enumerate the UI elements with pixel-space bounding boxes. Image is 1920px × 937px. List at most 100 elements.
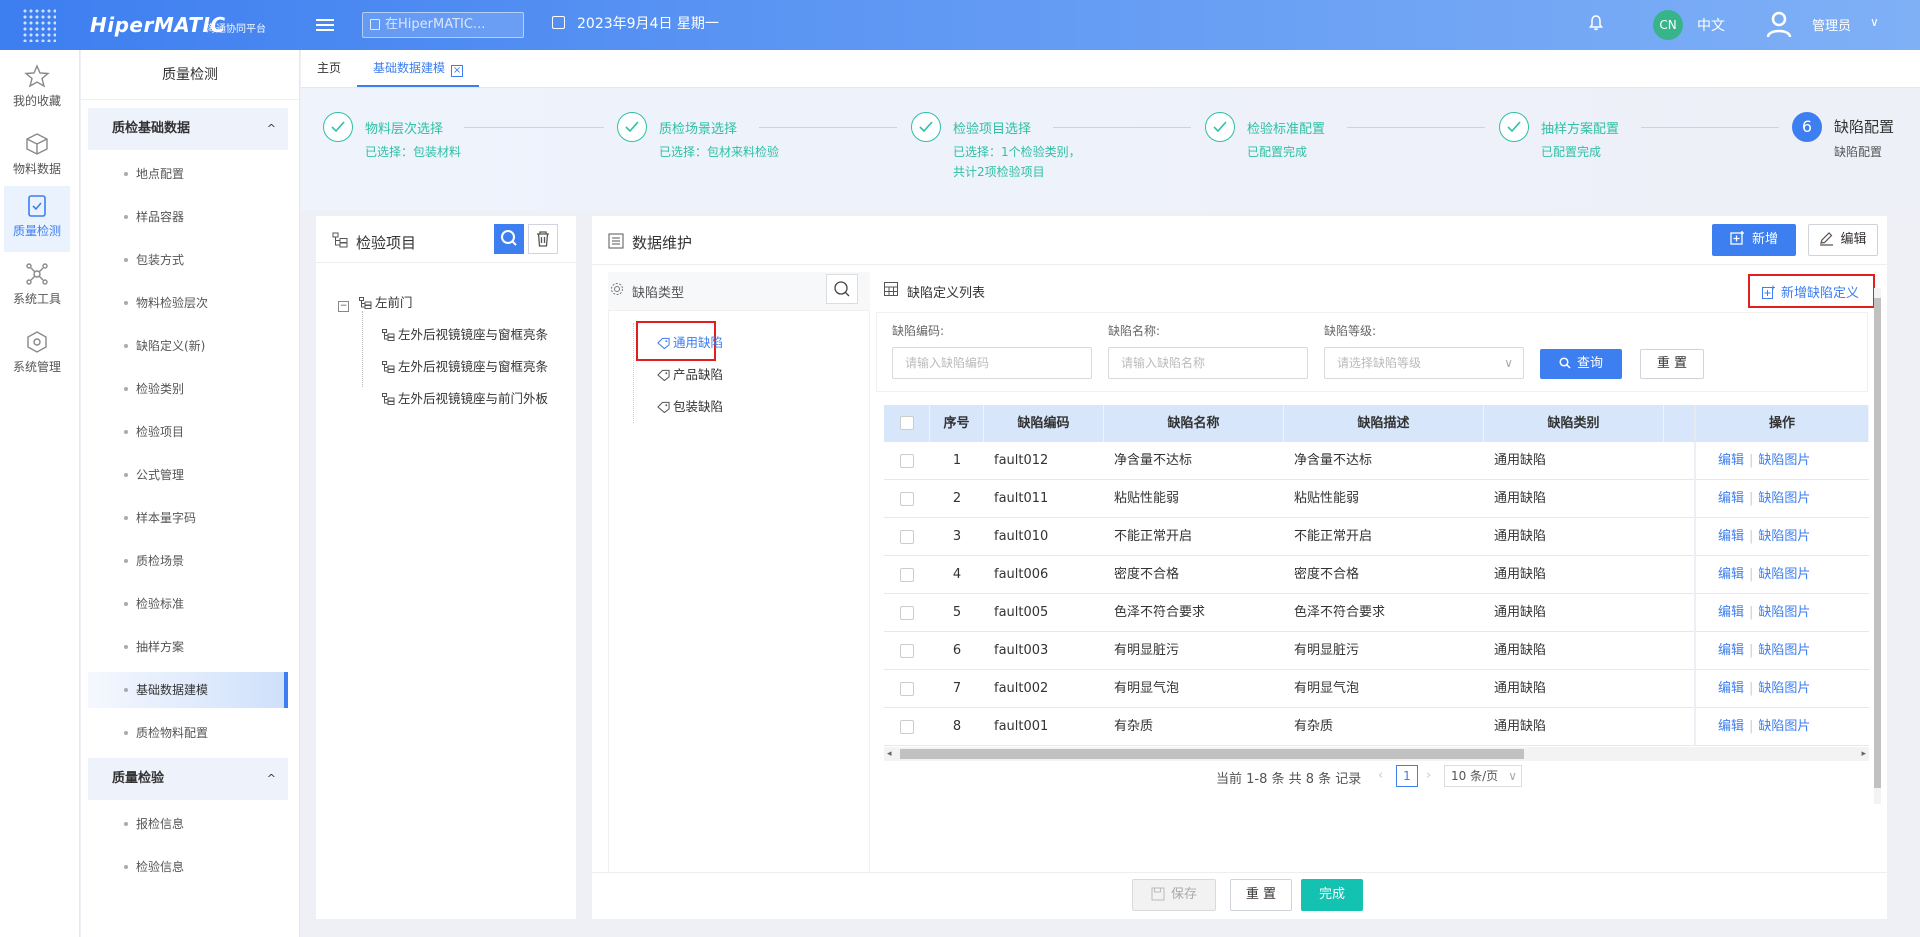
defect-level-select[interactable]: 请选择缺陷等级 ∨ [1324,347,1524,379]
nav-favorites[interactable]: 我的收藏 [4,56,70,122]
sidebar-item-sample-code[interactable]: 样本量字码 [88,500,288,536]
row-edit-link[interactable]: 编辑 [1718,643,1744,658]
row-defect-image-link[interactable]: 缺陷图片 [1758,567,1810,582]
table-row[interactable]: 2 fault011 粘贴性能弱 粘贴性能弱 通用缺陷 编辑 | 缺陷图片 [884,480,1869,518]
sidebar-item-inspection-info[interactable]: 检验信息 [88,849,288,885]
row-checkbox[interactable] [900,720,914,734]
add-defect-definition-link[interactable]: 新增缺陷定义 [1762,282,1859,301]
user-avatar-icon[interactable] [1766,10,1792,38]
sidebar-item-material-config[interactable]: 质检物料配置 [88,715,288,751]
row-defect-image-link[interactable]: 缺陷图片 [1758,643,1810,658]
vertical-scrollbar[interactable] [1874,288,1881,804]
chevron-down-icon[interactable]: ∨ [1870,15,1879,29]
row-checkbox[interactable] [900,530,914,544]
table-row[interactable]: 8 fault001 有杂质 有杂质 通用缺陷 编辑 | 缺陷图片 [884,708,1869,746]
row-edit-link[interactable]: 编辑 [1718,491,1744,506]
sidebar-item-defect-definition[interactable]: 缺陷定义(新) [88,328,288,364]
tab-basic-modeling[interactable]: 基础数据建模 × [357,50,480,87]
menu-toggle-icon[interactable] [316,16,334,32]
table-row[interactable]: 4 fault006 密度不合格 密度不合格 通用缺陷 编辑 | 缺陷图片 [884,556,1869,594]
row-checkbox[interactable] [900,682,914,696]
row-checkbox[interactable] [900,492,914,506]
row-edit-link[interactable]: 编辑 [1718,605,1744,620]
sidebar-item-basic-modeling[interactable]: 基础数据建模 [88,672,288,708]
table-row[interactable]: 7 fault002 有明显气泡 有明显气泡 通用缺陷 编辑 | 缺陷图片 [884,670,1869,708]
edit-button[interactable]: 编辑 [1808,224,1878,256]
defect-name-input[interactable]: 请输入缺陷名称 [1108,347,1308,379]
search-button[interactable] [494,224,524,254]
select-all-checkbox[interactable] [900,416,914,430]
save-button[interactable]: 保存 [1132,879,1216,911]
sidebar-item-inspection-category[interactable]: 检验类别 [88,371,288,407]
sidebar-item-inspection-item[interactable]: 检验项目 [88,414,288,450]
collapse-icon[interactable]: − [338,301,349,312]
app-grid-icon[interactable] [22,8,56,42]
row-checkbox[interactable] [900,568,914,582]
sidebar-item-sample-container[interactable]: 样品容器 [88,199,288,235]
col-header[interactable]: 操作 [1694,405,1869,442]
scroll-thumb[interactable] [1874,298,1881,788]
row-defect-image-link[interactable]: 缺陷图片 [1758,681,1810,696]
defect-type-product[interactable]: 产品缺陷 [657,364,723,383]
sidebar-group-basic-data[interactable]: 质检基础数据 ^ [88,108,288,150]
nav-system-tools[interactable]: 系统工具 [4,254,70,320]
table-row[interactable]: 5 fault005 色泽不符合要求 色泽不符合要求 通用缺陷 编辑 | 缺陷图片 [884,594,1869,632]
row-defect-image-link[interactable]: 缺陷图片 [1758,719,1810,734]
sidebar-item-material-level[interactable]: 物料检验层次 [88,285,288,321]
row-checkbox[interactable] [900,454,914,468]
row-edit-link[interactable]: 编辑 [1718,453,1744,468]
table-row[interactable]: 1 fault012 净含量不达标 净含量不达标 通用缺陷 编辑 | 缺陷图片 [884,442,1869,480]
tree-leaf[interactable]: 左外后视镜镜座与窗框亮条 [382,324,548,343]
row-checkbox[interactable] [900,606,914,620]
sidebar-group-quality-check[interactable]: 质量检验 ^ [88,758,288,800]
row-checkbox[interactable] [900,644,914,658]
nav-material-data[interactable]: 物料数据 [4,124,70,190]
defect-type-packaging[interactable]: 包装缺陷 [657,396,723,415]
prev-page-icon[interactable]: ‹ [1378,768,1383,783]
language-label[interactable]: 中文 [1697,15,1725,35]
col-header[interactable]: 序号 [930,405,984,442]
next-page-icon[interactable]: › [1426,768,1431,783]
done-button[interactable]: 完成 [1301,879,1363,911]
sidebar-item-location[interactable]: 地点配置 [88,156,288,192]
language-badge[interactable]: CN [1653,10,1683,40]
reset-filter-button[interactable]: 重 置 [1640,349,1704,379]
scroll-thumb[interactable] [900,749,1524,759]
nav-quality-inspection[interactable]: 质量检测 [4,186,70,252]
table-row[interactable]: 6 fault003 有明显脏污 有明显脏污 通用缺陷 编辑 | 缺陷图片 [884,632,1869,670]
defect-code-input[interactable]: 请输入缺陷编码 [892,347,1092,379]
tree-leaf[interactable]: 左外后视镜镜座与前门外板 [382,388,548,407]
sidebar-item-scene[interactable]: 质检场景 [88,543,288,579]
col-header[interactable]: 缺陷编码 [984,405,1104,442]
add-button[interactable]: 新增 [1712,224,1796,256]
table-row[interactable]: 3 fault010 不能正常开启 不能正常开启 通用缺陷 编辑 | 缺陷图片 [884,518,1869,556]
delete-button[interactable] [528,224,558,254]
defect-type-general[interactable]: 通用缺陷 [657,332,723,351]
reset-button[interactable]: 重 置 [1230,879,1292,911]
bell-icon[interactable] [1589,15,1603,31]
sidebar-item-sampling-plan[interactable]: 抽样方案 [88,629,288,665]
scroll-left-icon[interactable]: ◂ [884,749,892,759]
sidebar-item-report[interactable]: 报检信息 [88,806,288,842]
global-search-input[interactable]: 在HiperMATIC... [362,12,524,38]
tab-home[interactable]: 主页 [317,50,341,87]
row-defect-image-link[interactable]: 缺陷图片 [1758,605,1810,620]
scroll-right-icon[interactable]: ▸ [1861,749,1866,759]
user-name[interactable]: 管理员 [1812,15,1851,34]
page-number[interactable]: 1 [1396,765,1418,787]
sidebar-item-packaging[interactable]: 包装方式 [88,242,288,278]
page-size-select[interactable]: 10 条/页 ∨ [1444,765,1522,787]
nav-system-management[interactable]: 系统管理 [4,322,70,388]
row-edit-link[interactable]: 编辑 [1718,567,1744,582]
row-edit-link[interactable]: 编辑 [1718,719,1744,734]
sidebar-item-standard[interactable]: 检验标准 [88,586,288,622]
defect-type-search-button[interactable] [826,274,858,304]
tree-leaf[interactable]: 左外后视镜镜座与窗框亮条 [382,356,548,375]
tree-root[interactable]: − 左前门 [338,292,413,312]
col-header[interactable]: 缺陷描述 [1284,405,1484,442]
row-edit-link[interactable]: 编辑 [1718,681,1744,696]
sidebar-item-formula[interactable]: 公式管理 [88,457,288,493]
row-edit-link[interactable]: 编辑 [1718,529,1744,544]
horizontal-scrollbar[interactable]: ◂ ▸ [884,747,1869,761]
row-defect-image-link[interactable]: 缺陷图片 [1758,491,1810,506]
